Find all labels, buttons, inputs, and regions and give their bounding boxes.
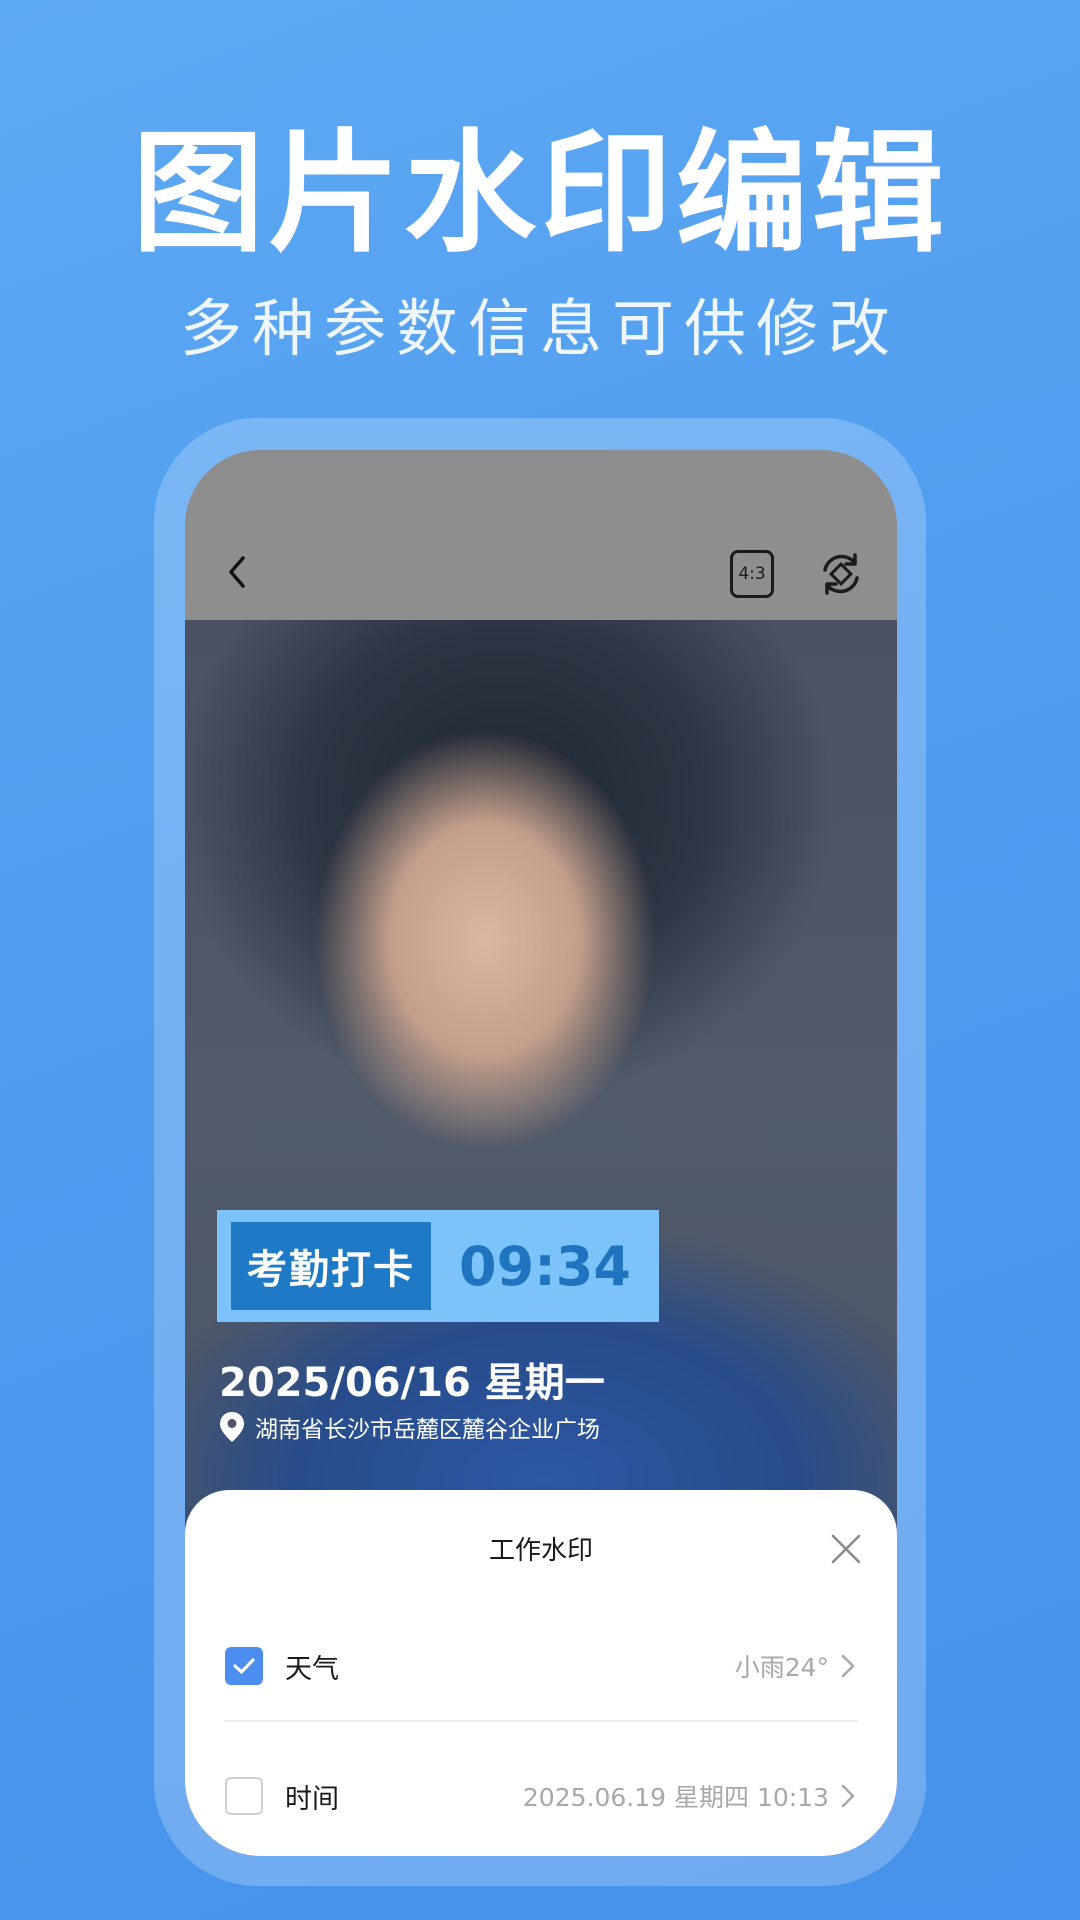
sheet-title: 工作水印 — [488, 1536, 593, 1566]
divider — [225, 1720, 857, 1722]
chevron-right-icon — [841, 1784, 855, 1808]
weather-label: 天气 — [285, 1653, 339, 1685]
location-pin-icon — [220, 1412, 244, 1442]
close-button[interactable] — [829, 1532, 863, 1566]
chevron-right-icon — [841, 1654, 855, 1678]
watermark-location: 湖南省长沙市岳麓区麓谷企业广场 — [219, 1410, 600, 1444]
watermark-time: 09:34 — [459, 1234, 631, 1298]
watermark-location-text: 湖南省长沙市岳麓区麓谷企业广场 — [255, 1417, 600, 1443]
camera-toolbar: 4:3 — [185, 450, 897, 620]
aspect-ratio-icon: 4:3 — [738, 564, 766, 584]
aspect-ratio-button[interactable]: 4:3 — [730, 550, 774, 598]
phone-screen: 4:3 考勤打卡 09:34 2025/06/16 星期一 湖南省长沙市岳麓区麓… — [185, 450, 897, 1856]
time-value: 2025.06.19 星期四 10:13 — [522, 1783, 829, 1812]
promo-subheadline: 多种参数信息可供修改 — [179, 292, 900, 365]
switch-camera-button[interactable] — [817, 550, 865, 598]
time-checkbox[interactable] — [225, 1777, 263, 1815]
promo-headline: 图片水印编辑 — [132, 117, 948, 271]
time-row[interactable]: 时间 2025.06.19 星期四 10:13 — [225, 1766, 857, 1826]
back-button[interactable] — [217, 552, 257, 592]
weather-value: 小雨24° — [734, 1653, 829, 1682]
weather-row[interactable]: 天气 小雨24° — [225, 1636, 857, 1696]
watermark-settings-sheet: 工作水印 天气 小雨24° 时间 2025.06.19 星期四 10:13 — [185, 1490, 897, 1856]
weather-checkbox[interactable] — [225, 1647, 263, 1685]
close-icon — [831, 1534, 861, 1564]
watermark-badge-label: 考勤打卡 — [231, 1222, 431, 1310]
watermark-date: 2025/06/16 星期一 — [219, 1360, 605, 1406]
watermark-badge[interactable]: 考勤打卡 09:34 — [217, 1210, 659, 1322]
back-arrow-icon — [229, 556, 245, 588]
time-label: 时间 — [285, 1783, 339, 1815]
rotate-camera-icon — [823, 553, 859, 595]
check-icon — [233, 1658, 255, 1674]
